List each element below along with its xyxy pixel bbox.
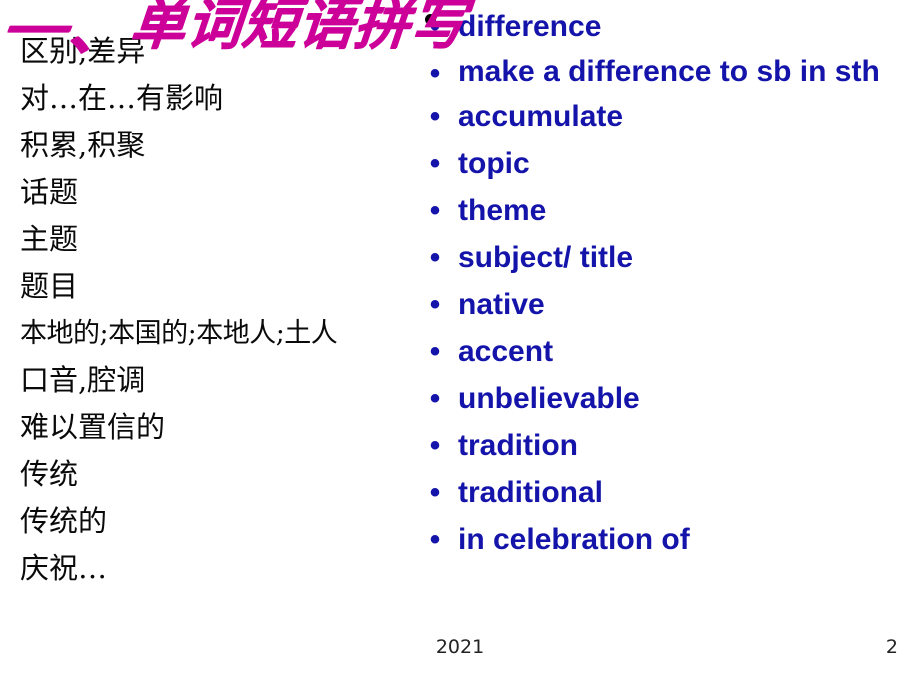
list-item: • tradition: [420, 423, 916, 469]
list-item: 传统的: [20, 504, 108, 538]
list-item: 主题: [20, 222, 79, 256]
list-item: • accent: [420, 329, 916, 375]
footer-page-number: 2: [885, 636, 898, 658]
english-term-list: • difference • make a difference to sb i…: [420, 4, 916, 564]
list-item: 传统: [20, 457, 79, 491]
english-term: tradition: [458, 429, 578, 462]
footer-year: 2021: [435, 636, 485, 658]
list-item: 话题: [20, 175, 79, 209]
list-item: • in celebration of: [420, 517, 916, 563]
english-term: theme: [458, 194, 547, 227]
list-item: 对…在…有影响: [20, 81, 224, 115]
page-title-lead: 一、: [0, 4, 136, 61]
list-item: • subject/ title: [420, 235, 916, 281]
list-item: • topic: [420, 141, 916, 187]
english-term: accent: [458, 335, 554, 368]
english-term: native: [458, 288, 545, 321]
english-term: unbelievable: [458, 382, 640, 415]
english-term: subject/ title: [458, 241, 634, 274]
list-item: 口音,腔调: [20, 363, 146, 397]
list-item: 题目: [20, 269, 79, 303]
english-term: accumulate: [458, 100, 624, 133]
english-term: make a difference to sb in sth: [458, 55, 880, 88]
list-item: 本地的;本国的;本地人;土人: [20, 318, 338, 349]
english-term: traditional: [458, 476, 604, 509]
page-title-main: 单词短语拼写: [127, 0, 469, 55]
chinese-gloss-list: 区别,差异 对…在…有影响 积累,积聚 话题 主题 题目 本地的;本国的;本地人…: [20, 28, 450, 592]
list-item: • accumulate: [420, 94, 916, 140]
presentation-slide: • difference • make a difference to sb i…: [0, 0, 920, 690]
english-term: in celebration of: [458, 523, 690, 556]
list-item: 庆祝…: [20, 551, 108, 585]
list-item: • traditional: [420, 470, 916, 516]
list-item: • native: [420, 282, 916, 328]
list-item: • unbelievable: [420, 376, 916, 422]
list-item: • make a difference to sb in sth: [420, 51, 916, 93]
list-item: 难以置信的: [20, 410, 166, 444]
list-item: 积累,积聚: [20, 128, 146, 162]
page-title: 一、单词短语拼写: [0, 0, 596, 61]
list-item: • theme: [420, 188, 916, 234]
english-term: topic: [458, 147, 530, 180]
